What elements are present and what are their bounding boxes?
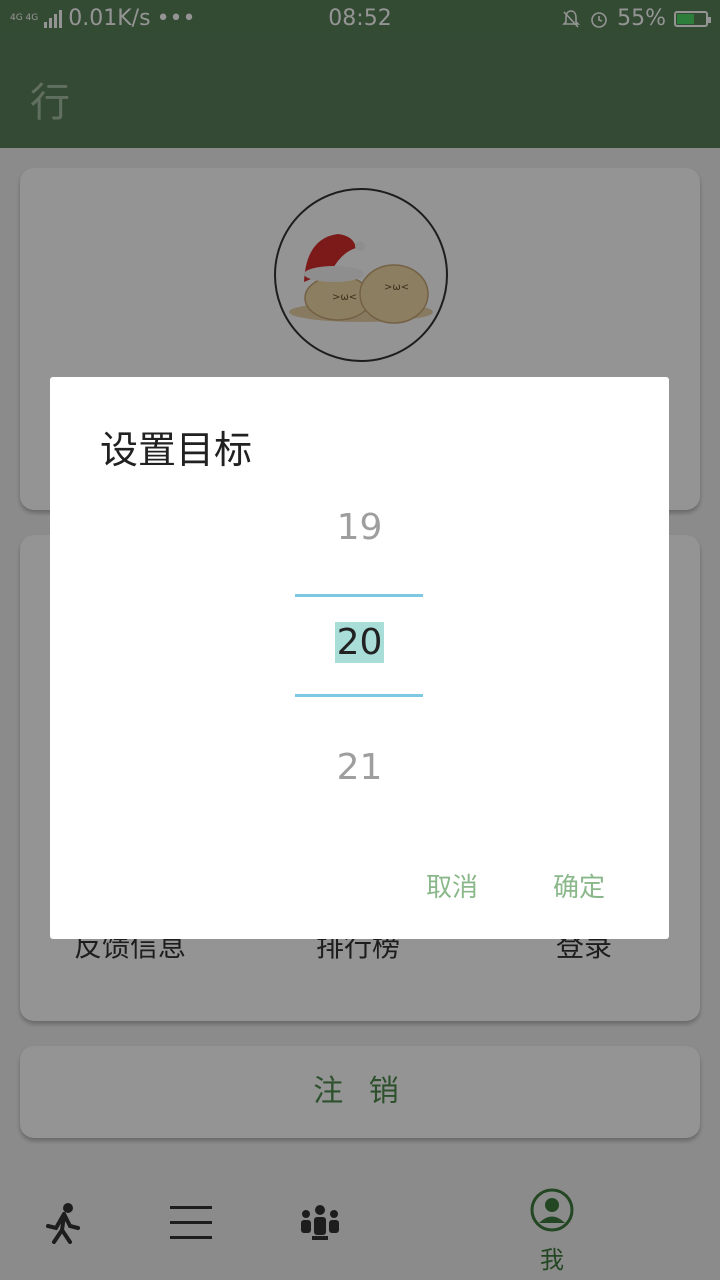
picker-divider-bottom	[295, 694, 423, 697]
picker-prev-value[interactable]: 19	[50, 507, 669, 548]
picker-next-value[interactable]: 21	[50, 747, 669, 788]
dialog-title: 设置目标	[100, 428, 253, 472]
picker-selected-value[interactable]: 20	[334, 622, 385, 663]
picker-divider-top	[295, 594, 423, 597]
cancel-button[interactable]: 取消	[426, 867, 478, 904]
set-goal-dialog: 设置目标 19 20 21 取消 确定	[50, 377, 669, 939]
confirm-button[interactable]: 确定	[553, 867, 605, 904]
picker-selected-row[interactable]: 20	[50, 622, 669, 663]
